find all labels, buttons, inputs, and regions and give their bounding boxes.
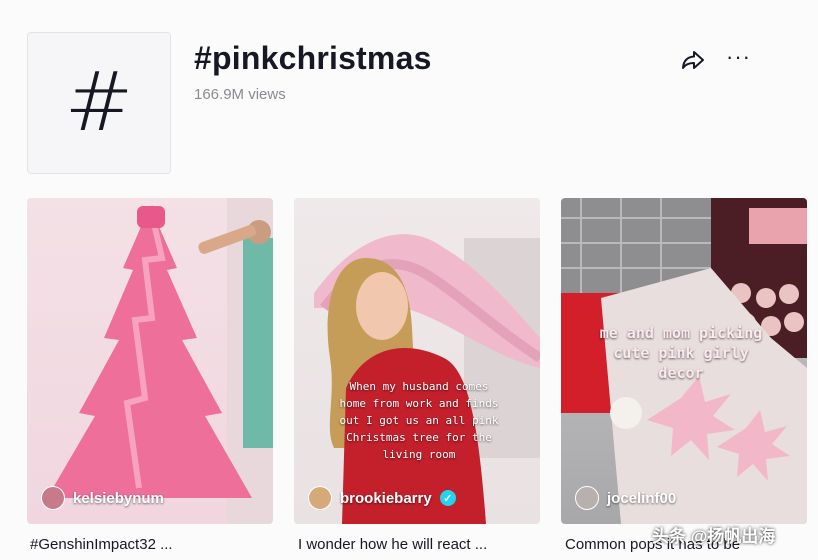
video-card-1[interactable]: kelsiebynum (27, 198, 273, 524)
video-author[interactable]: kelsiebynum (41, 486, 164, 510)
video-caption-2[interactable]: I wonder how he will react ... (298, 536, 544, 553)
avatar (41, 486, 65, 510)
video-author[interactable]: brookiebarry ✓ (308, 486, 456, 510)
author-name: jocelinf00 (607, 489, 677, 507)
avatar (575, 486, 599, 510)
view-count: 166.9M views (194, 86, 286, 103)
hashtag-cover: # (27, 32, 171, 174)
video-thumbnail-2 (314, 234, 540, 524)
page-title: #pinkchristmas (194, 40, 432, 76)
share-arrow-icon[interactable] (680, 48, 706, 72)
author-name: kelsiebynum (73, 489, 164, 507)
video-card-2[interactable]: When my husband comes home from work and… (294, 198, 540, 524)
watermark: 头条 @扬帆出海 (652, 527, 776, 546)
hashtag-icon: # (64, 55, 134, 150)
video-card-3[interactable]: me and mom picking cute pink girly decor… (561, 198, 807, 524)
verified-badge-icon: ✓ (439, 490, 456, 506)
video-author[interactable]: jocelinf00 (575, 486, 676, 510)
video-overlay-text: When my husband comes home from work and… (339, 380, 499, 461)
avatar (308, 486, 332, 510)
more-dots-icon[interactable]: ··· (726, 44, 756, 72)
hashtag-page: # #pinkchristmas 166.9M views ··· kelsie… (0, 0, 818, 560)
video-caption-1[interactable]: #GenshinImpact32 ... (30, 536, 276, 553)
video-thumbnail-1 (47, 198, 273, 524)
author-name: brookiebarry (340, 489, 432, 507)
video-overlay-text: me and mom picking cute pink girly decor (599, 324, 763, 382)
